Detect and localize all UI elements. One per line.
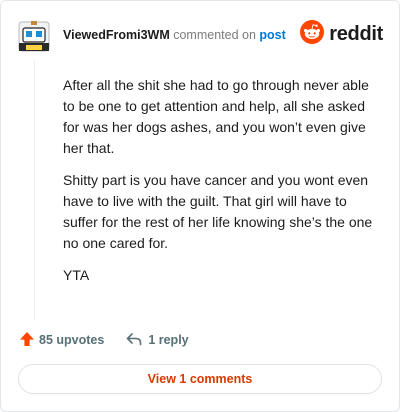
reddit-logo[interactable]: reddit [300,19,383,49]
comment-paragraph: Shitty part is you have cancer and you w… [63,172,373,251]
upvote-arrow-icon [19,331,39,350]
view-comments-button[interactable]: View 1 comments [18,364,382,394]
username-link[interactable]: ViewedFromi3WM [63,28,170,42]
comment-paragraph: YTA [63,267,90,283]
comment-actions: 85 upvotes 1 reply [19,330,189,350]
reply-count: 1 reply [148,333,189,347]
action-text: commented on [173,28,256,42]
reddit-alien-icon [300,19,325,49]
comment-card: ViewedFromi3WM commented on post reddit [0,0,400,412]
thread-line [34,61,35,321]
post-link[interactable]: post [259,28,285,42]
upvote-button[interactable]: 85 upvotes [19,331,104,350]
reply-button[interactable]: 1 reply [126,332,189,349]
upvote-count: 85 upvotes [39,333,105,347]
snoo-avatar-icon[interactable] [17,19,51,53]
comment-paragraph: After all the shit she had to go through… [63,77,369,156]
reply-arrow-icon [126,332,148,349]
reddit-wordmark: reddit [329,22,383,45]
comment-header: ViewedFromi3WM commented on post reddit [17,15,383,55]
comment-byline: ViewedFromi3WM commented on post [63,28,286,42]
comment-body: After all the shit she had to go through… [63,75,375,297]
